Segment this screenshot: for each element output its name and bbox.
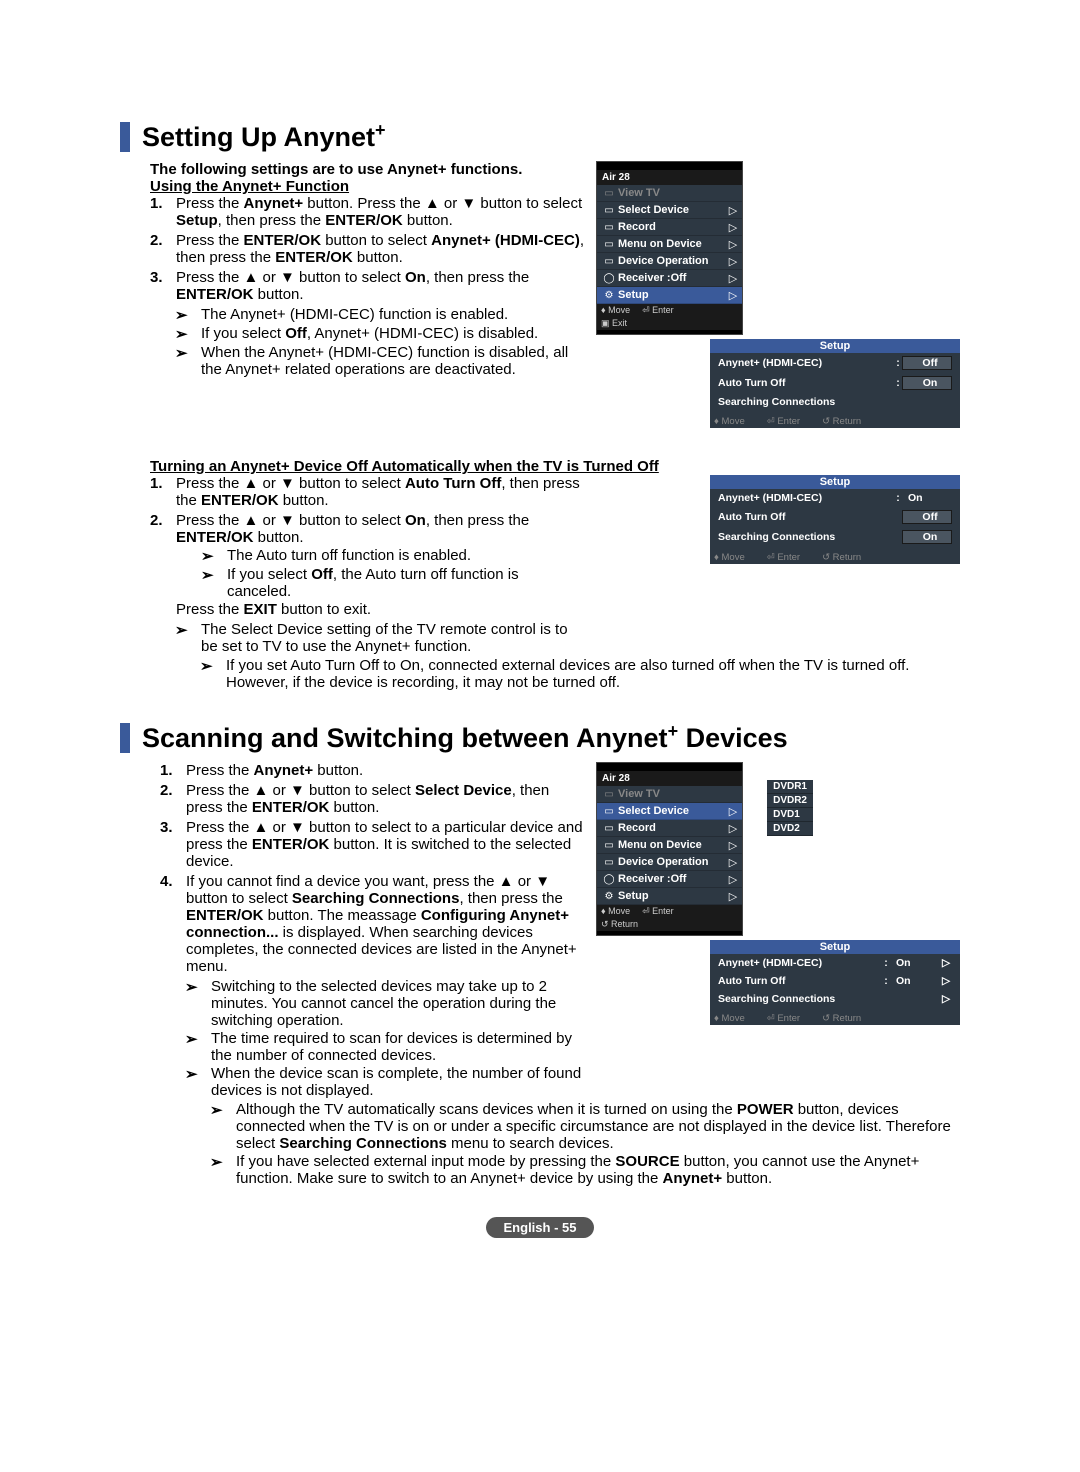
osd-4-menu: Air 28 ▭View TV ▭Select Device▷ ▭Record▷… [597, 771, 742, 931]
sub-b-title: Turning an Anynet+ Device Off Automatica… [150, 458, 960, 475]
section-2-steps: 1.Press the Anynet+ button. 2.Press the … [160, 762, 586, 975]
osd-4-tv: Air 28 ▭View TV ▭Select Device▷ ▭Record▷… [596, 762, 743, 936]
osd-2-setup: Setup Anynet+ (HDMI-CEC):Off Auto Turn O… [710, 339, 960, 428]
page-footer: English - 55 [120, 1217, 960, 1238]
osd-5-setup: Setup Anynet+ (HDMI-CEC):On▷ Auto Turn O… [710, 940, 960, 1025]
osd-1-menu: Air 28 ▭View TV ▭Select Device▷ ▭Record▷… [597, 170, 742, 330]
accent-bar [120, 122, 130, 152]
sub-a-steps: 1.Press the Anynet+ button. Press the ▲ … [150, 195, 586, 303]
note-text: The Anynet+ (HDMI-CEC) function is enabl… [201, 306, 586, 324]
sub-b-steps: 1.Press the ▲ or ▼ button to select Auto… [150, 475, 586, 618]
intro-text: The following settings are to use Anynet… [150, 161, 586, 178]
sub-a-title: Using the Anynet+ Function [150, 178, 586, 195]
osd-4-device-popup: DVDR1 DVDR2 DVD1 DVD2 [767, 780, 813, 836]
title-scanning: Scanning and Switching between Anynet+ D… [142, 721, 788, 754]
title-setting-up: Setting Up Anynet+ [142, 120, 386, 153]
osd-1-tv: Air 28 ▭View TV ▭Select Device▷ ▭Record▷… [596, 161, 743, 335]
osd-3-setup: Setup Anynet+ (HDMI-CEC):On Auto Turn Of… [710, 475, 960, 564]
section-2-heading: Scanning and Switching between Anynet+ D… [120, 721, 960, 754]
section-1-heading: Setting Up Anynet+ [120, 120, 960, 153]
note-icon: ➢ [175, 306, 201, 324]
